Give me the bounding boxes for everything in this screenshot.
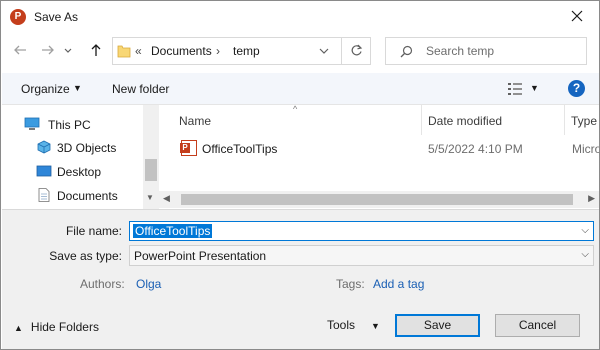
up-arrow-icon: [91, 44, 101, 56]
nav-item-label: This PC: [48, 118, 91, 132]
nav-item-label: Desktop: [57, 165, 102, 179]
file-name-field[interactable]: OfficeToolTips ⌵: [129, 221, 594, 241]
breadcrumb-documents[interactable]: Documents: [151, 44, 212, 58]
navigation-pane-scrollbar[interactable]: ▼: [143, 105, 159, 209]
file-name-label: File name:: [65, 224, 122, 238]
new-folder-button[interactable]: New folder: [112, 82, 169, 96]
nav-item-label: 3D Objects: [57, 141, 117, 155]
scrollbar-thumb[interactable]: [145, 159, 157, 181]
back-button[interactable]: [9, 39, 31, 61]
up-button[interactable]: [85, 39, 107, 61]
chevron-down-icon: ⌵: [581, 249, 589, 260]
address-history-button[interactable]: [318, 45, 332, 59]
save-as-type-value: PowerPoint Presentation: [134, 249, 267, 263]
authors-value[interactable]: Olga: [136, 277, 161, 291]
save-as-type-select[interactable]: PowerPoint Presentation ⌵: [129, 245, 594, 266]
organize-button[interactable]: Organize: [21, 82, 70, 96]
command-bar: Organize ▼ New folder ▼ ?: [2, 73, 599, 105]
save-options-panel: File name: OfficeToolTips ⌵ Save as type…: [2, 209, 599, 349]
breadcrumb-temp[interactable]: temp: [233, 44, 260, 58]
view-options-icon[interactable]: [507, 82, 523, 96]
file-list-horizontal-scrollbar[interactable]: ◀ ▶: [159, 191, 599, 208]
column-header-date-modified[interactable]: Date modified: [422, 113, 564, 135]
scrollbar-thumb[interactable]: [181, 194, 573, 205]
documents-icon: [38, 188, 50, 202]
window-title: Save As: [34, 10, 79, 24]
save-as-dialog: P Save As « Documents › temp Search temp…: [0, 0, 600, 350]
address-bar[interactable]: « Documents › temp: [112, 37, 371, 65]
search-placeholder: Search temp: [426, 44, 495, 58]
search-icon: [400, 45, 413, 58]
forward-arrow-icon: [42, 45, 54, 55]
forward-button[interactable]: [37, 39, 59, 61]
nav-item-label: Documents: [57, 189, 118, 203]
hide-folders-button[interactable]: ▲ Hide Folders: [14, 320, 99, 334]
close-icon: [571, 10, 583, 22]
chevron-down-icon[interactable]: ⌵: [581, 225, 589, 236]
chevron-up-icon: ▲: [14, 323, 23, 333]
scroll-left-icon[interactable]: ◀: [163, 193, 170, 204]
desktop-icon: [36, 165, 52, 177]
column-header-type[interactable]: Type: [565, 113, 599, 135]
refresh-button[interactable]: [341, 37, 371, 65]
file-date-cell: 5/5/2022 4:10 PM: [428, 142, 523, 156]
cancel-button[interactable]: Cancel: [495, 314, 580, 337]
organize-caret-icon[interactable]: ▼: [73, 83, 82, 93]
column-header-name[interactable]: Name: [173, 113, 421, 135]
tools-label: Tools: [327, 318, 356, 332]
save-as-type-label: Save as type:: [49, 249, 122, 263]
file-type-cell: Micro: [572, 142, 599, 156]
address-overflow-indicator[interactable]: «: [135, 44, 142, 58]
recent-locations-button[interactable]: [61, 39, 75, 61]
powerpoint-file-icon: P: [180, 140, 197, 156]
chevron-down-icon: ▼: [371, 321, 380, 331]
scroll-right-icon[interactable]: ▶: [588, 193, 595, 204]
file-name-cell: OfficeToolTips: [202, 142, 278, 156]
view-options-caret-icon[interactable]: ▼: [530, 83, 539, 93]
tags-label: Tags:: [336, 277, 365, 291]
help-icon[interactable]: ?: [568, 80, 585, 97]
chevron-down-icon: [319, 48, 329, 54]
powerpoint-app-icon: P: [10, 9, 26, 25]
hide-folders-label: Hide Folders: [30, 320, 99, 334]
close-button[interactable]: [563, 5, 591, 29]
refresh-icon: [351, 44, 363, 56]
file-name-value[interactable]: OfficeToolTips: [133, 224, 213, 238]
folder-icon: [117, 45, 131, 58]
add-tag-link[interactable]: Add a tag: [373, 277, 424, 291]
search-input[interactable]: Search temp: [385, 37, 587, 65]
title-bar: P Save As: [1, 1, 599, 33]
tools-menu-button[interactable]: Tools ▼: [327, 318, 380, 332]
authors-label: Authors:: [80, 277, 125, 291]
breadcrumb-separator[interactable]: ›: [216, 44, 220, 58]
back-arrow-icon: [14, 45, 26, 55]
scroll-down-icon[interactable]: ▼: [146, 193, 154, 202]
3d-objects-icon: [37, 140, 51, 154]
file-row[interactable]: P OfficeToolTips 5/5/2022 4:10 PM Micro: [159, 137, 599, 159]
navigation-pane: This PC 3D Objects Desktop Documents: [2, 105, 158, 209]
this-pc-icon: [24, 117, 40, 130]
chevron-down-icon: [64, 48, 72, 53]
save-button[interactable]: Save: [395, 314, 480, 337]
